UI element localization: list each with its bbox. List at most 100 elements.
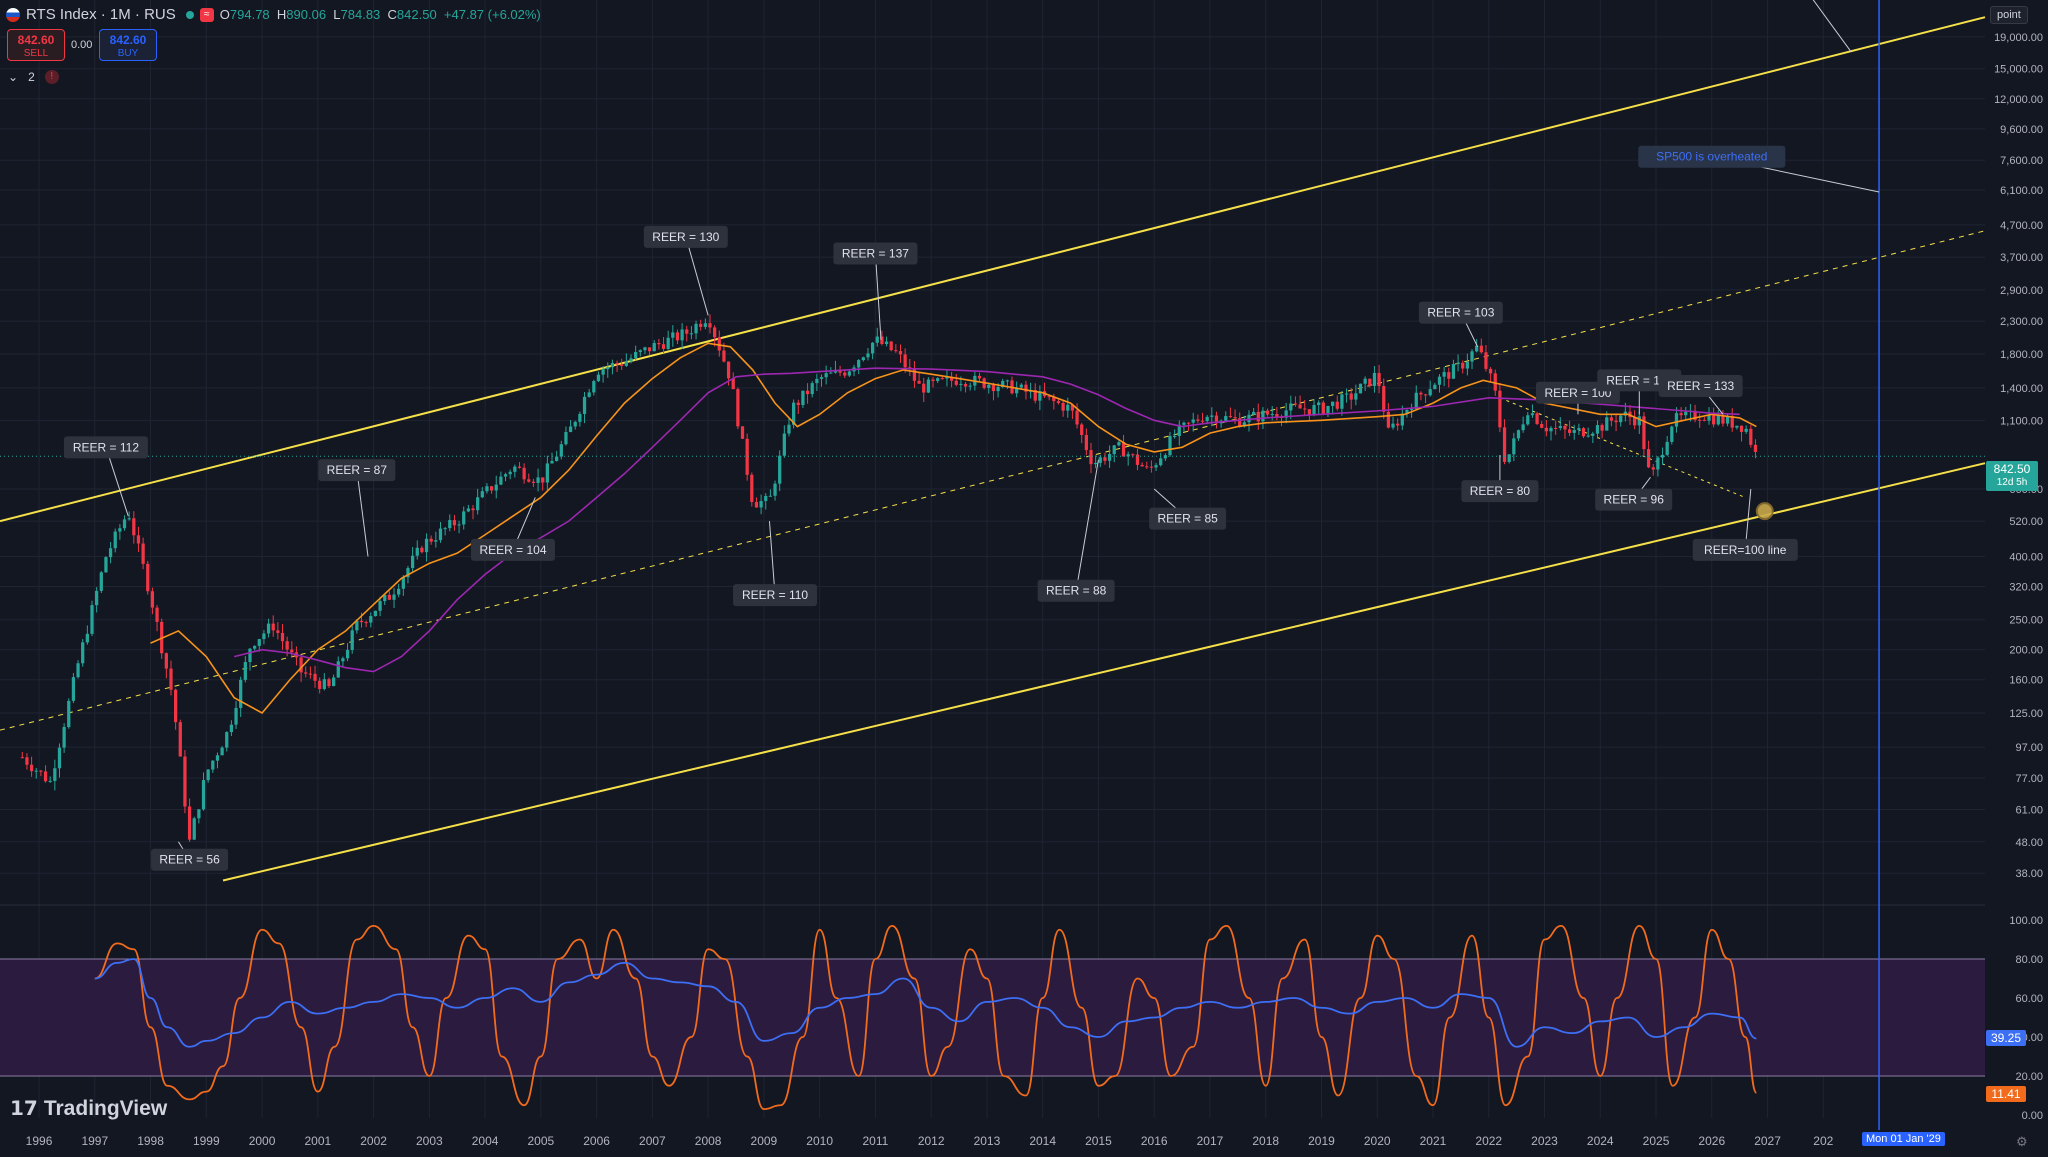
candle-body xyxy=(977,375,982,379)
candle-body xyxy=(471,508,475,511)
candle-body xyxy=(922,383,926,393)
candle-body xyxy=(1066,404,1070,411)
candle-body xyxy=(1186,422,1191,424)
candle-body xyxy=(81,642,85,664)
candle-body xyxy=(211,760,215,770)
candle-body xyxy=(536,477,540,483)
candle-body xyxy=(1173,436,1177,438)
candle-body xyxy=(513,466,517,472)
candle-body xyxy=(99,572,103,591)
annotation-callout: REER=100 line xyxy=(1692,489,1798,561)
annotation-label: REER = 110 xyxy=(742,588,808,602)
sell-button[interactable]: 842.60 SELL xyxy=(7,29,65,61)
candle-body xyxy=(1075,410,1079,425)
candle-body xyxy=(373,610,378,617)
last-price-value: 842.50 xyxy=(1993,462,2031,476)
stoch-band xyxy=(0,959,1985,1076)
candle-body xyxy=(1233,417,1237,419)
annotation-label: REER = 137 xyxy=(842,247,909,261)
candle-body xyxy=(1554,427,1558,429)
y-tick-label: 12,000.00 xyxy=(1994,94,2043,106)
candle-body xyxy=(805,390,810,395)
candle-body xyxy=(197,809,201,819)
candle-body xyxy=(1465,361,1470,369)
annotation-callout: REER = 96 xyxy=(1595,477,1673,511)
candle-body xyxy=(1684,411,1688,416)
candle-body xyxy=(1660,454,1665,458)
y-tick-label: 9,600.00 xyxy=(2000,124,2043,136)
candle-body xyxy=(819,377,824,379)
candle-body xyxy=(847,371,852,376)
candle-body xyxy=(1447,372,1451,379)
candle-body xyxy=(587,392,591,397)
annotation-label: REER = 88 xyxy=(1046,584,1107,598)
candle-body xyxy=(313,673,317,681)
candle-body xyxy=(931,379,935,381)
candle-body xyxy=(201,780,206,810)
candle-body xyxy=(1461,362,1465,369)
annotation-label: SP500 is overheated xyxy=(1656,150,1767,164)
annotation-leader xyxy=(1075,459,1099,591)
stoch-d-tag: 39.25 xyxy=(1986,1030,2026,1046)
candle-body xyxy=(220,747,224,756)
candle-body xyxy=(531,481,536,483)
candle-body xyxy=(778,455,782,484)
candle-body xyxy=(870,342,875,354)
candle-body xyxy=(1651,467,1655,470)
candle-body xyxy=(1307,409,1312,415)
candle-body xyxy=(963,383,968,387)
candle-body xyxy=(1721,415,1725,424)
exclamation-icon[interactable]: ! xyxy=(44,70,59,84)
candle-body xyxy=(1098,457,1102,463)
candle-body xyxy=(1456,362,1460,365)
candle-body xyxy=(20,757,24,759)
candle-body xyxy=(169,668,173,690)
candle-body xyxy=(1423,394,1428,396)
candle-body xyxy=(1544,427,1548,432)
candle-body xyxy=(1526,415,1530,425)
candle-body xyxy=(1535,413,1539,424)
candle-body xyxy=(262,633,266,640)
chevron-down-icon: ⌄ xyxy=(8,70,19,84)
buy-button[interactable]: 842.60 BUY xyxy=(99,29,157,61)
candle-body xyxy=(132,518,136,536)
x-tick-label: 1998 xyxy=(137,1134,164,1148)
y-tick-label: 3,700.00 xyxy=(2000,252,2043,264)
candle-body xyxy=(550,461,554,464)
candle-body xyxy=(647,347,652,352)
candle-body xyxy=(1358,383,1363,394)
candle-body xyxy=(634,352,638,359)
candle-body xyxy=(782,433,786,456)
scale-mode-button[interactable]: point xyxy=(1990,6,2028,24)
indicator-toggle[interactable]: ⌄ 2 ! xyxy=(8,70,59,84)
candle-body xyxy=(1521,424,1525,431)
symbol-title[interactable]: RTS Index · 1M · RUS xyxy=(26,6,176,23)
candle-body xyxy=(1321,402,1325,414)
candle-body xyxy=(1479,345,1483,353)
candle-body xyxy=(1433,384,1437,390)
candle-body xyxy=(183,756,187,807)
candle-body xyxy=(1340,394,1344,409)
candle-body xyxy=(894,350,898,352)
candle-body xyxy=(926,379,931,393)
annotation-callout: REER = 87 xyxy=(318,459,396,557)
candle-body xyxy=(601,369,605,375)
candle-body xyxy=(685,329,689,334)
candle-body xyxy=(164,653,168,669)
candle-body xyxy=(1595,425,1600,434)
settings-icon[interactable]: ⚙ xyxy=(2016,1134,2028,1150)
y-tick-label: 160.00 xyxy=(2009,675,2043,687)
candle-body xyxy=(369,616,373,623)
chart-canvas[interactable]: 19,000.00 15,000.00 12,000.00 9,600.00 7,600… xyxy=(0,0,2048,1157)
x-tick-label: 2027 xyxy=(1754,1134,1781,1148)
candle-body xyxy=(1609,417,1614,421)
y-tick-label: 7,600.00 xyxy=(2000,155,2043,167)
candle-body xyxy=(643,347,647,351)
candle-body xyxy=(290,649,294,653)
candle-body xyxy=(424,538,429,553)
candle-body xyxy=(1182,422,1186,425)
candle-body xyxy=(722,350,726,362)
candle-body xyxy=(638,350,642,353)
symbol-header: RTS Index · 1M · RUS ≈ O794.78 H890.06 L… xyxy=(6,6,541,23)
candle-body xyxy=(401,577,405,589)
